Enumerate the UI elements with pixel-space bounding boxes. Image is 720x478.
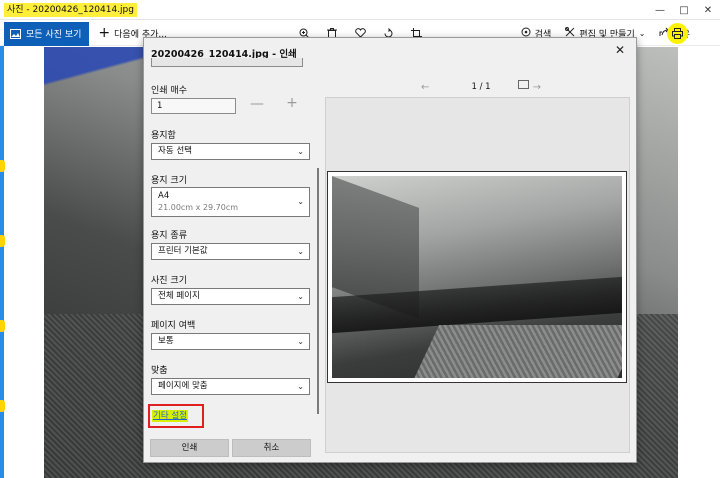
paper-tray-select[interactable]: 자동 선택 ⌄ [151, 143, 310, 160]
settings-scrollbar[interactable] [317, 168, 319, 414]
photo-size-select[interactable]: 전체 페이지 ⌄ [151, 288, 310, 305]
chevron-down-icon: ⌄ [297, 337, 304, 346]
margins-value: 보통 [158, 336, 174, 346]
taskbar-strip [0, 20, 5, 478]
taskbar-marker [0, 320, 5, 332]
paper-type-label: 용지 종류 [151, 231, 187, 241]
fit-select[interactable]: 페이지에 맞춤 ⌄ [151, 378, 310, 395]
photos-icon [9, 28, 21, 39]
fit-label: 맞춤 [151, 366, 168, 376]
paper-size-select[interactable]: A4 21.00cm x 29.70cm ⌄ [151, 187, 310, 217]
copies-input[interactable]: 1 [151, 98, 236, 114]
paper-size-label: 용지 크기 [151, 176, 187, 186]
fit-page-icon[interactable] [518, 80, 529, 89]
fit-value: 페이지에 맞춤 [158, 381, 208, 391]
minimize-icon[interactable]: — [648, 0, 672, 20]
chevron-down-icon: ⌄ [297, 382, 304, 391]
preview-page [327, 171, 627, 383]
print-settings-panel: 인쇄 매수 1 — + 용지함 자동 선택 ⌄ 용지 크기 A4 21.00cm… [144, 58, 322, 428]
all-photos-label: 모든 사진 보기 [26, 30, 82, 40]
increment-button[interactable]: + [284, 95, 300, 111]
next-page-icon[interactable]: → [533, 82, 541, 93]
print-icon[interactable] [667, 23, 688, 44]
chevron-down-icon: ⌄ [638, 28, 646, 38]
cancel-button[interactable]: 취소 [232, 439, 311, 457]
window-controls: — □ ✕ [648, 0, 720, 20]
copies-label: 인쇄 매수 [151, 86, 187, 96]
plus-icon: + [98, 25, 111, 41]
title-bar: 사진 - 20200426_120414.jpg — □ ✕ [0, 0, 720, 20]
photo-size-value: 전체 페이지 [158, 291, 200, 301]
chevron-down-icon: ⌄ [297, 147, 304, 156]
printer-select-stub[interactable] [151, 58, 303, 67]
taskbar-marker [0, 160, 5, 172]
chevron-down-icon: ⌄ [297, 197, 304, 206]
right-margin [678, 47, 720, 478]
previous-page-icon[interactable]: ← [421, 82, 429, 93]
paper-tray-value: 자동 선택 [158, 146, 192, 156]
taskbar-marker [0, 400, 5, 412]
taskbar-marker [0, 235, 5, 247]
decrement-button[interactable]: — [249, 96, 265, 112]
chevron-down-icon: ⌄ [297, 247, 304, 256]
photo-size-label: 사진 크기 [151, 276, 187, 286]
print-button[interactable]: 인쇄 [150, 439, 229, 457]
close-window-icon[interactable]: ✕ [696, 0, 720, 20]
paper-size-value: A4 [158, 191, 170, 201]
paper-type-value: 프린터 기본값 [158, 246, 208, 256]
close-icon[interactable]: ✕ [610, 41, 630, 59]
paper-type-select[interactable]: 프린터 기본값 ⌄ [151, 243, 310, 260]
page-indicator: 1 / 1 [471, 82, 491, 92]
all-photos-button[interactable]: 모든 사진 보기 [4, 21, 90, 46]
margins-label: 페이지 여백 [151, 321, 196, 331]
preview-image [332, 176, 622, 378]
window-title: 사진 - 20200426_120414.jpg [4, 3, 137, 17]
margins-select[interactable]: 보통 ⌄ [151, 333, 310, 350]
chevron-down-icon: ⌄ [297, 292, 304, 301]
paper-size-dims: 21.00cm x 29.70cm [158, 203, 239, 212]
left-margin [4, 47, 44, 478]
maximize-icon[interactable]: □ [672, 0, 696, 20]
preview-mat-shape [410, 325, 622, 378]
print-dialog: 20200426_120414.jpg - 인쇄 ✕ 인쇄 매수 1 — + 용… [143, 37, 637, 463]
more-settings-link[interactable]: 기타 설정 [152, 410, 188, 422]
paper-tray-label: 용지함 [151, 131, 176, 141]
more-settings-callout: 기타 설정 [148, 404, 204, 428]
